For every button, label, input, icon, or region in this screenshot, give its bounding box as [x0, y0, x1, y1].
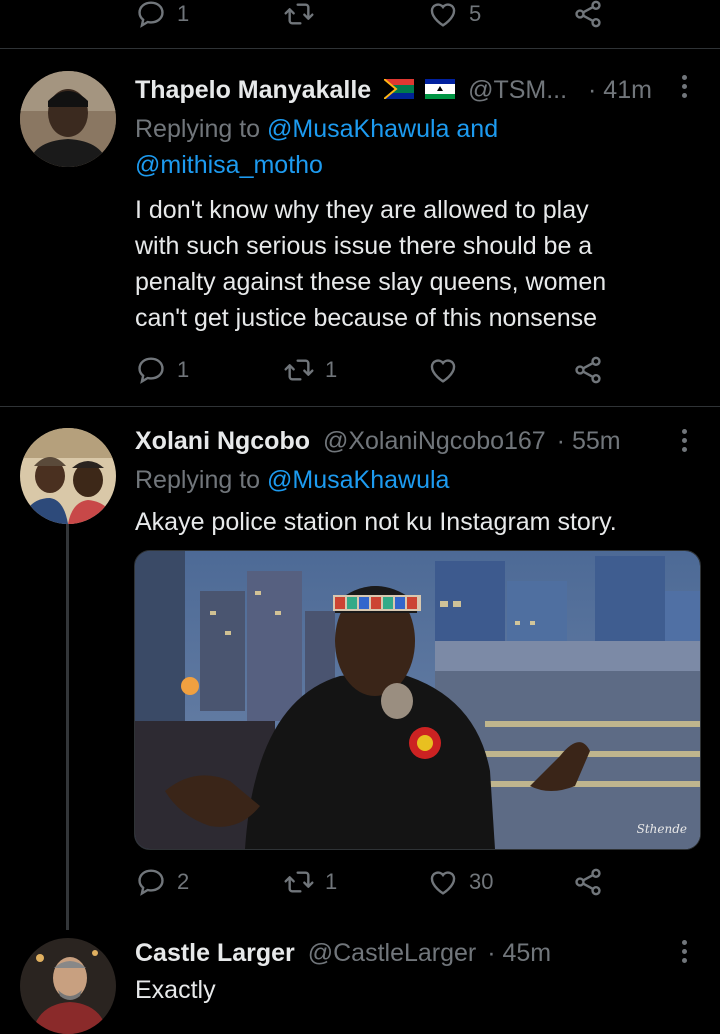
reply-count: 1: [177, 357, 190, 382]
tweet-text-line: can't get justice because of this nonsen…: [135, 304, 598, 332]
like-button[interactable]: 30: [427, 866, 493, 898]
author-handle[interactable]: @TSM...: [468, 76, 567, 104]
author-name[interactable]: Xolani Ngcobo: [135, 427, 310, 455]
reply-button[interactable]: 1: [135, 0, 189, 30]
share-button[interactable]: [572, 866, 604, 898]
reply-icon: [135, 354, 167, 386]
tweet-text-line: I don't know why they are allowed to pla…: [135, 196, 589, 224]
more-options-icon[interactable]: [681, 940, 689, 967]
like-count: 30: [469, 869, 494, 894]
mention-link[interactable]: @mithisa_motho: [135, 147, 323, 183]
more-options-icon[interactable]: [681, 75, 689, 102]
tweet-thapelo[interactable]: Thapelo Manyakalle @TSM... · 41m Replyin…: [0, 49, 720, 406]
tweet-text-line: penalty against these slay queens, women: [135, 268, 607, 296]
mention-link[interactable]: @MusaKhawula: [267, 466, 449, 494]
retweet-icon: [283, 0, 315, 30]
reply-icon: [135, 866, 167, 898]
mention-link[interactable]: @MusaKhawula and: [267, 115, 498, 143]
tweet-time[interactable]: · 55m: [557, 427, 621, 455]
like-button[interactable]: 5: [427, 0, 481, 30]
tweet-time[interactable]: · 41m: [588, 76, 652, 104]
share-icon: [572, 866, 604, 898]
retweet-count: 1: [325, 357, 338, 382]
like-button[interactable]: [427, 354, 469, 386]
tweet-time[interactable]: · 45m: [487, 939, 551, 967]
lesotho-flag-icon: [425, 73, 456, 109]
tweet-castle[interactable]: Castle Larger @CastleLarger · 45m Exactl…: [0, 932, 720, 1034]
avatar[interactable]: [20, 428, 116, 524]
reply-button[interactable]: 1: [135, 354, 189, 386]
heart-icon: [427, 866, 459, 898]
like-count: 5: [469, 1, 482, 26]
retweet-button[interactable]: [283, 0, 315, 30]
top-action-bar: 1 5: [0, 0, 720, 30]
share-icon: [572, 354, 604, 386]
retweet-button[interactable]: 1: [283, 354, 337, 386]
tweet-xolani[interactable]: Xolani Ngcobo @XolaniNgcobo167 · 55m Rep…: [0, 407, 720, 932]
replying-label: Replying to: [135, 115, 261, 143]
reply-button[interactable]: 2: [135, 866, 189, 898]
person-photo: [20, 428, 116, 524]
retweet-icon: [283, 354, 315, 386]
avatar[interactable]: [20, 938, 116, 1034]
media-watermark: Sthende: [637, 822, 687, 836]
south-africa-flag-icon: [383, 73, 415, 109]
share-icon: [572, 0, 604, 30]
tweet-text-line: with such serious issue there should be …: [135, 232, 593, 260]
retweet-count: 1: [325, 869, 338, 894]
author-handle[interactable]: @CastleLarger: [308, 939, 477, 967]
tweet-media-image[interactable]: Sthende: [134, 550, 701, 850]
tweet-text-line: Akaye police station not ku Instagram st…: [135, 508, 617, 536]
reply-count: 1: [177, 1, 190, 26]
replying-label: Replying to: [135, 466, 261, 494]
retweet-icon: [283, 866, 315, 898]
heart-icon: [427, 354, 459, 386]
heart-icon: [427, 0, 459, 30]
more-options-icon[interactable]: [681, 429, 689, 456]
reply-count: 2: [177, 869, 190, 894]
retweet-button[interactable]: 1: [283, 866, 337, 898]
author-name[interactable]: Castle Larger: [135, 939, 295, 967]
video-still: Sthende: [135, 551, 700, 849]
share-button[interactable]: [572, 354, 604, 386]
author-name[interactable]: Thapelo Manyakalle: [135, 76, 371, 104]
author-handle[interactable]: @XolaniNgcobo167: [323, 427, 546, 455]
share-button[interactable]: [572, 0, 604, 30]
person-photo: [20, 71, 116, 167]
avatar[interactable]: [20, 71, 116, 167]
tweet-text-line: Exactly: [135, 976, 216, 1004]
reply-icon: [135, 0, 167, 30]
person-photo: [20, 938, 116, 1034]
